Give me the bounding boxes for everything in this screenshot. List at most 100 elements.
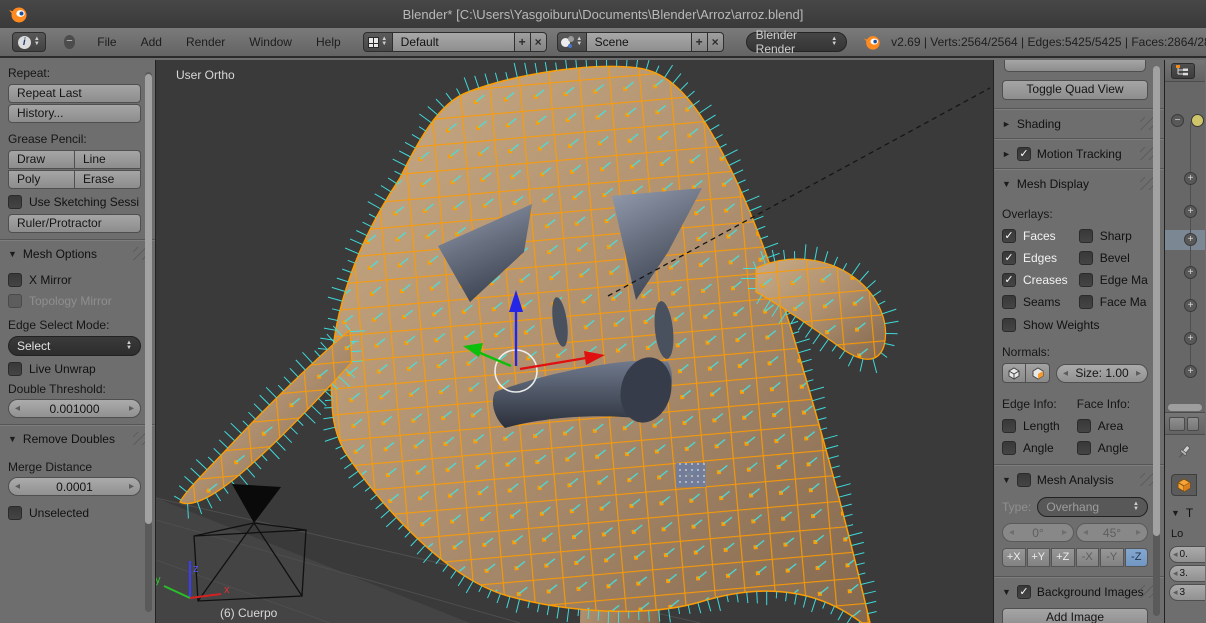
remove-doubles-panel-header[interactable]: ▼ Remove Doubles bbox=[8, 432, 141, 446]
repeat-last-button[interactable]: Repeat Last bbox=[8, 84, 141, 103]
menu-render[interactable]: Render bbox=[174, 35, 237, 49]
analysis-type-dropdown[interactable]: Overhang ▲▼ bbox=[1037, 497, 1148, 517]
viewport-3d[interactable]: z y x User Ortho (6) Cuerpo bbox=[156, 60, 993, 623]
face-marks-checkbox[interactable]: ✓ Face Ma bbox=[1079, 295, 1148, 309]
npanel-scrollbar[interactable] bbox=[1153, 66, 1160, 616]
edges-checkbox[interactable]: ✓ Edges bbox=[1002, 251, 1075, 265]
arrow-right-icon[interactable]: ▸ bbox=[1062, 527, 1067, 538]
collapse-minus-icon[interactable]: − bbox=[1171, 114, 1184, 127]
arrow-right-icon[interactable]: ▸ bbox=[1136, 527, 1141, 538]
history-button[interactable]: History... bbox=[8, 104, 141, 123]
unselected-checkbox[interactable]: ✓ Unselected bbox=[8, 506, 141, 520]
menu-help[interactable]: Help bbox=[304, 35, 353, 49]
arrow-left-icon[interactable]: ◂ bbox=[1063, 368, 1068, 379]
axis-plus-x-button[interactable]: +X bbox=[1002, 548, 1026, 567]
scene-delete-button[interactable]: × bbox=[708, 32, 724, 52]
mesh-options-panel-header[interactable]: ▼ Mesh Options bbox=[8, 247, 141, 261]
arrow-left-icon[interactable]: ◂ bbox=[15, 403, 20, 414]
properties-context-icon[interactable] bbox=[1187, 417, 1199, 431]
location-x-field[interactable]: ◂ 0. bbox=[1169, 546, 1205, 563]
bevel-checkbox[interactable]: ✓ Bevel bbox=[1079, 251, 1148, 265]
menu-file[interactable]: File bbox=[85, 35, 128, 49]
background-images-panel-header[interactable]: ▼ ✓ Background Images bbox=[1002, 585, 1148, 599]
outliner-editor-button[interactable] bbox=[1171, 63, 1195, 79]
grease-erase-button[interactable]: Erase bbox=[75, 170, 141, 189]
shading-panel-header[interactable]: ► Shading bbox=[1002, 117, 1148, 131]
body-mesh[interactable] bbox=[317, 60, 876, 623]
use-sketching-sessions-checkbox[interactable]: ✓ Use Sketching Sessi bbox=[8, 195, 141, 209]
edge-angle-checkbox[interactable]: ✓ Angle bbox=[1002, 441, 1077, 455]
arrow-right-icon[interactable]: ▸ bbox=[1136, 368, 1141, 379]
merge-distance-field[interactable]: ◂ 0.0001 ▸ bbox=[8, 477, 141, 496]
motion-tracking-panel-header[interactable]: ► ✓ Motion Tracking bbox=[1002, 147, 1148, 161]
render-engine-dropdown[interactable]: Blender Render ▲▼ bbox=[746, 32, 847, 52]
menu-add[interactable]: Add bbox=[129, 35, 174, 49]
location-y-field[interactable]: ◂ 3. bbox=[1169, 565, 1205, 582]
live-unwrap-checkbox[interactable]: ✓ Live Unwrap bbox=[8, 362, 141, 376]
layout-browse-button[interactable]: ▲▼ bbox=[363, 32, 393, 52]
expand-plus-icon[interactable]: + bbox=[1184, 365, 1197, 378]
face-normals-toggle[interactable] bbox=[1026, 363, 1050, 383]
expand-plus-icon[interactable]: + bbox=[1184, 172, 1197, 185]
checkbox-icon[interactable]: ✓ bbox=[1017, 147, 1031, 161]
double-threshold-field[interactable]: ◂ 0.001000 ▸ bbox=[8, 399, 141, 418]
outliner-tree[interactable]: − + + + + + + + bbox=[1165, 82, 1205, 400]
seams-checkbox[interactable]: ✓ Seams bbox=[1002, 295, 1075, 309]
edge-length-checkbox[interactable]: ✓ Length bbox=[1002, 419, 1077, 433]
scene-name-field[interactable]: Scene bbox=[587, 32, 692, 52]
vertex-normals-toggle[interactable] bbox=[1002, 363, 1026, 383]
grease-line-button[interactable]: Line bbox=[75, 150, 141, 169]
expand-plus-icon[interactable]: + bbox=[1184, 205, 1197, 218]
layout-delete-button[interactable]: × bbox=[531, 32, 547, 52]
faces-checkbox[interactable]: ✓ Faces bbox=[1002, 229, 1075, 243]
normals-size-field[interactable]: ◂ Size: 1.00 ▸ bbox=[1056, 364, 1148, 383]
location-z-field[interactable]: ◂ 3 bbox=[1169, 584, 1205, 601]
scene-add-button[interactable]: + bbox=[692, 32, 708, 52]
editor-type-button[interactable]: i ▲▼ bbox=[12, 32, 46, 52]
edge-marks-checkbox[interactable]: ✓ Edge Ma bbox=[1079, 273, 1148, 287]
toolshelf-scrollbar[interactable] bbox=[145, 72, 152, 612]
x-mirror-checkbox[interactable]: ✓ X Mirror bbox=[8, 273, 141, 287]
axis-minus-y-button[interactable]: -Y bbox=[1100, 548, 1124, 567]
face-angle-checkbox[interactable]: ✓ Angle bbox=[1077, 441, 1148, 455]
overhang-max-field[interactable]: ◂ 45° ▸ bbox=[1076, 523, 1148, 542]
properties-editor-button[interactable] bbox=[1169, 417, 1185, 431]
object-properties-tab[interactable] bbox=[1171, 474, 1197, 496]
axis-plus-z-button[interactable]: +Z bbox=[1051, 548, 1075, 567]
expand-plus-icon[interactable]: + bbox=[1184, 266, 1197, 279]
creases-checkbox[interactable]: ✓ Creases bbox=[1002, 273, 1075, 287]
pin-icon[interactable] bbox=[1175, 443, 1193, 461]
show-weights-checkbox[interactable]: ✓ Show Weights bbox=[1002, 318, 1148, 332]
layout-name-field[interactable]: Default bbox=[393, 32, 515, 52]
ruler-protractor-button[interactable]: Ruler/Protractor bbox=[8, 214, 141, 233]
arrow-left-icon[interactable]: ◂ bbox=[1083, 527, 1088, 538]
axis-plus-y-button[interactable]: +Y bbox=[1027, 548, 1051, 567]
checkbox-icon[interactable]: ✓ bbox=[1017, 473, 1031, 487]
scene-browse-button[interactable]: ▲▼ bbox=[557, 32, 587, 52]
expand-plus-icon[interactable]: + bbox=[1184, 233, 1197, 246]
scene-node-icon[interactable] bbox=[1191, 114, 1204, 127]
grease-poly-button[interactable]: Poly bbox=[8, 170, 75, 189]
collapse-menus-button[interactable]: − bbox=[64, 35, 76, 49]
edge-select-mode-dropdown[interactable]: Select ▲▼ bbox=[8, 336, 141, 356]
transform-panel-header[interactable]: ▼ T bbox=[1171, 506, 1205, 520]
arrow-left-icon[interactable]: ◂ bbox=[1009, 527, 1014, 538]
axis-minus-z-button[interactable]: -Z bbox=[1125, 548, 1149, 567]
menu-window[interactable]: Window bbox=[237, 35, 304, 49]
mesh-display-panel-header[interactable]: ▼ Mesh Display bbox=[1002, 177, 1148, 191]
arrow-left-icon[interactable]: ◂ bbox=[15, 481, 20, 492]
axis-minus-x-button[interactable]: -X bbox=[1076, 548, 1100, 567]
arrow-right-icon[interactable]: ▸ bbox=[129, 481, 134, 492]
checkbox-icon[interactable]: ✓ bbox=[1017, 585, 1031, 599]
overhang-min-field[interactable]: ◂ 0° ▸ bbox=[1002, 523, 1074, 542]
topology-mirror-checkbox[interactable]: ✓ Topology Mirror bbox=[8, 294, 141, 308]
sharp-checkbox[interactable]: ✓ Sharp bbox=[1079, 229, 1148, 243]
clipped-button[interactable] bbox=[1004, 60, 1146, 72]
toggle-quad-view-button[interactable]: Toggle Quad View bbox=[1002, 80, 1148, 100]
expand-plus-icon[interactable]: + bbox=[1184, 299, 1197, 312]
layout-add-button[interactable]: + bbox=[515, 32, 531, 52]
outliner-hscrollbar[interactable] bbox=[1168, 404, 1202, 411]
expand-plus-icon[interactable]: + bbox=[1184, 332, 1197, 345]
add-image-button[interactable]: Add Image bbox=[1002, 608, 1148, 623]
grease-draw-button[interactable]: Draw bbox=[8, 150, 75, 169]
